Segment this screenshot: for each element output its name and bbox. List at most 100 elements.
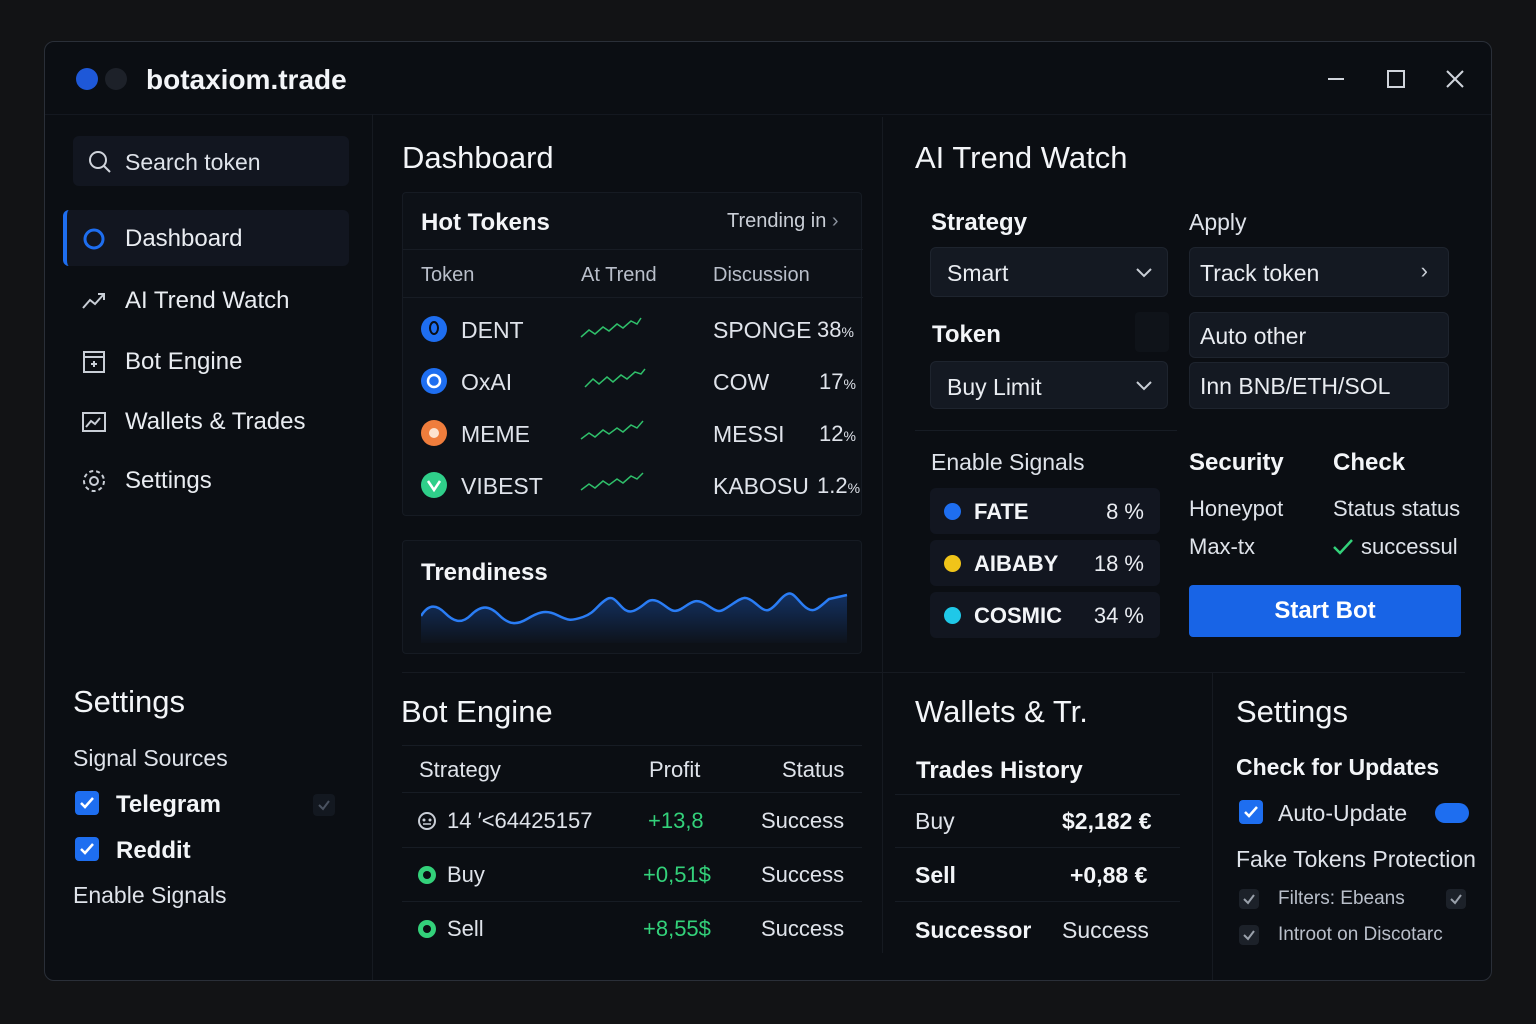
maximize-icon[interactable] [1383,66,1409,92]
trendiness-chart [421,592,848,643]
divider [403,249,863,250]
telegram-label: Telegram [116,791,221,818]
token-select[interactable]: Buy Limit [930,361,1168,409]
window-dot-gray [105,68,127,90]
chains-value: Inn BNB/ETH/SOL [1200,373,1391,399]
token-name: DENT [461,317,524,343]
filters-checkbox[interactable] [1239,889,1259,909]
trending-in-link[interactable]: Trending in › [727,210,839,233]
check-icon [1333,539,1353,555]
telegram-checkbox[interactable] [75,791,99,815]
wallet-icon [82,412,106,432]
close-icon[interactable] [1442,66,1468,92]
signal-name: FATE [974,499,1029,524]
discussion-pct: 17% [819,369,856,394]
settings-title: Settings [1236,694,1349,729]
nav-label: Dashboard [125,225,243,252]
search-input[interactable]: Search token [73,136,349,186]
bot-engine-title: Bot Engine [401,694,553,729]
column-divider [1212,673,1213,980]
chevron-down-icon [1136,268,1152,278]
signal-cosmic[interactable]: COSMIC 34 % [930,592,1160,638]
token-name: VIBEST [461,473,543,499]
track-token-button[interactable]: Track token › [1189,247,1449,297]
bot-icon [83,351,105,373]
discussion-pct: 1.2% [817,473,861,498]
signal-fate[interactable]: FATE 8 % [930,488,1160,534]
sparkline [584,368,646,388]
dent-token-icon [421,316,447,342]
token-input-stub[interactable] [1135,312,1169,352]
column-divider [882,673,883,953]
nav-item-ai-trend-watch[interactable]: AI Trend Watch [63,272,349,328]
divider [915,430,1177,431]
col-discussion: Discussion [713,264,810,286]
wallets-title: Wallets & Tr. [915,694,1088,729]
bot-row-strategy: 14 ′<64425157 [447,808,593,833]
token-value: Buy Limit [947,374,1042,400]
hot-tokens-title: Hot Tokens [421,209,550,236]
wallet-row-label: Buy [915,808,955,834]
app-window: botaxiom.trade Search token Dashboard AI… [44,41,1492,981]
track-token-label: Track token [1200,260,1320,286]
check-status: Status status [1333,496,1461,521]
divider [402,847,862,848]
bot-row-strategy: Buy [447,862,485,887]
reddit-label: Reddit [116,837,191,864]
chains-field[interactable]: Inn BNB/ETH/SOL [1189,362,1449,409]
col-strategy: Strategy [419,757,501,782]
col-profit: Profit [649,757,701,782]
gear-icon [83,470,105,492]
divider [403,297,863,298]
security-honeypot: Honeypot [1189,496,1284,521]
nav-label: Settings [125,467,212,494]
enable-signals-label: Enable Signals [931,449,1085,475]
reddit-checkbox[interactable] [75,837,99,861]
check-label: Check [1333,449,1406,476]
security-maxtx: Max-tx [1189,534,1255,559]
signal-aibaby[interactable]: AIBABY 18 % [930,540,1160,586]
auto-other-field[interactable]: Auto other [1189,312,1449,358]
divider [895,901,1180,902]
col-status: Status [782,757,845,782]
wallet-row-label: Successor [915,917,1032,943]
nav-item-settings[interactable]: Settings [63,452,349,508]
nav-item-dashboard[interactable]: Dashboard [63,210,349,266]
filters-label: Filters: Ebeans [1278,888,1405,909]
trend-icon [82,293,105,309]
sell-icon [418,920,436,938]
nav-item-wallets-trades[interactable]: Wallets & Trades [63,393,349,449]
strategy-icon [418,812,436,830]
introot-checkbox[interactable] [1239,925,1259,945]
sparkline [580,317,642,338]
sidebar-enable-signals: Enable Signals [73,882,227,908]
auto-update-toggle[interactable] [1435,803,1469,823]
vibest-token-icon [421,472,447,498]
discussion-name: MESSI [713,421,785,447]
nav-item-bot-engine[interactable]: Bot Engine [63,333,349,389]
signal-name: AIBABY [974,551,1059,576]
token-label: Token [932,321,1001,348]
minimize-icon[interactable] [1323,66,1349,92]
chevron-right-icon: › [831,210,839,232]
signal-name: COSMIC [974,603,1062,628]
check-icon [313,794,335,816]
col-at-trend: At Trend [581,264,657,286]
col-token: Token [421,264,475,286]
chevron-right-icon: › [1420,258,1428,283]
strategy-select[interactable]: Smart [930,247,1168,297]
divider [402,901,862,902]
start-bot-button[interactable]: Start Bot [1189,585,1461,637]
signal-dot [944,607,961,624]
token-name: OxAI [461,369,513,395]
filters-extra-checkbox[interactable] [1446,889,1466,909]
strategy-value: Smart [947,260,1009,286]
sparkline [580,420,644,440]
introot-label: Introot on Discotarc [1278,924,1443,945]
signal-pct: 18 % [1093,551,1144,576]
column-divider [882,117,883,672]
security-label: Security [1189,449,1284,476]
auto-update-checkbox[interactable] [1239,800,1263,824]
wallet-row-label: Sell [915,862,956,888]
bot-row-profit: +0,51$ [643,862,711,887]
